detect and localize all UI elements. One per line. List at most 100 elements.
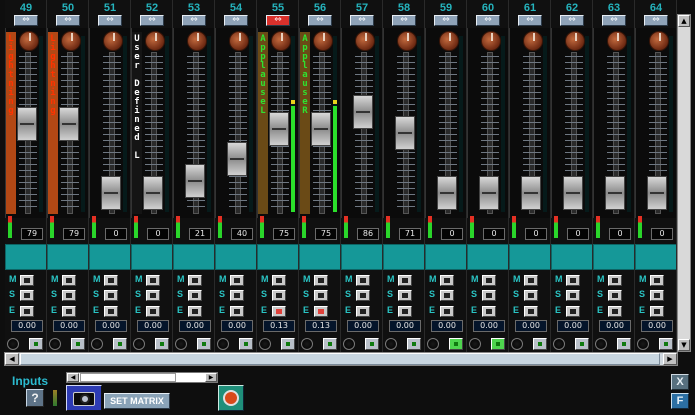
link-button[interactable]: ⇔ — [224, 15, 248, 26]
gain-knob[interactable] — [103, 31, 123, 51]
volume-fader[interactable] — [17, 107, 37, 141]
vertical-scrollbar[interactable]: ▲ ▼ — [677, 14, 691, 352]
pan-dial[interactable] — [301, 338, 313, 350]
pan-value[interactable]: 0.00 — [137, 320, 169, 332]
mute-button[interactable] — [650, 275, 664, 286]
mute-button[interactable] — [146, 275, 160, 286]
routing-panel[interactable] — [89, 244, 131, 270]
pan-value[interactable]: 0.00 — [95, 320, 127, 332]
pan-dial[interactable] — [595, 338, 607, 350]
mute-button[interactable] — [608, 275, 622, 286]
input-select-button[interactable] — [407, 338, 421, 350]
solo-button[interactable] — [398, 290, 412, 301]
effect-button[interactable] — [356, 306, 370, 317]
pan-value[interactable]: 0.00 — [473, 320, 505, 332]
effect-button[interactable] — [104, 306, 118, 317]
pan-dial[interactable] — [469, 338, 481, 350]
pan-dial[interactable] — [133, 338, 145, 350]
effect-button[interactable] — [62, 306, 76, 317]
solo-button[interactable] — [482, 290, 496, 301]
gain-knob[interactable] — [313, 31, 333, 51]
link-button[interactable]: ⇔ — [644, 15, 668, 26]
effect-button[interactable] — [188, 306, 202, 317]
input-select-button[interactable] — [365, 338, 379, 350]
input-select-button[interactable] — [29, 338, 43, 350]
volume-fader[interactable] — [437, 176, 457, 210]
input-select-button[interactable] — [449, 338, 463, 350]
mute-button[interactable] — [524, 275, 538, 286]
mute-button[interactable] — [314, 275, 328, 286]
solo-button[interactable] — [104, 290, 118, 301]
mute-button[interactable] — [20, 275, 34, 286]
input-select-button[interactable] — [491, 338, 505, 350]
inputs-scroll-right[interactable]: ▶ — [205, 373, 217, 382]
mute-button[interactable] — [188, 275, 202, 286]
link-button[interactable]: ⇔ — [350, 15, 374, 26]
pan-value[interactable]: 0.13 — [305, 320, 337, 332]
effect-button[interactable] — [230, 306, 244, 317]
solo-button[interactable] — [146, 290, 160, 301]
scroll-up-button[interactable]: ▲ — [678, 15, 690, 27]
solo-button[interactable] — [566, 290, 580, 301]
effect-button[interactable] — [398, 306, 412, 317]
input-select-button[interactable] — [239, 338, 253, 350]
close-button[interactable]: X — [671, 374, 689, 390]
scroll-thumb[interactable] — [20, 353, 660, 365]
gain-knob[interactable] — [523, 31, 543, 51]
gain-knob[interactable] — [355, 31, 375, 51]
routing-panel[interactable] — [425, 244, 467, 270]
mute-button[interactable] — [482, 275, 496, 286]
pan-value[interactable]: 0.00 — [347, 320, 379, 332]
gain-knob[interactable] — [229, 31, 249, 51]
gain-knob[interactable] — [61, 31, 81, 51]
pan-value[interactable]: 0.00 — [221, 320, 253, 332]
help-button[interactable]: ? — [26, 389, 44, 407]
volume-fader[interactable] — [269, 111, 289, 146]
set-matrix-button[interactable]: SET MATRIX — [104, 393, 170, 409]
link-button[interactable]: ⇔ — [560, 15, 584, 26]
volume-fader[interactable] — [101, 176, 121, 210]
pan-value[interactable]: 0.00 — [515, 320, 547, 332]
effect-button[interactable] — [440, 306, 454, 317]
gain-knob[interactable] — [187, 31, 207, 51]
solo-button[interactable] — [650, 290, 664, 301]
f-button[interactable]: F — [671, 393, 689, 409]
inputs-scrollbar[interactable]: ◀ ▶ — [66, 372, 218, 383]
link-button[interactable]: ⇔ — [266, 15, 290, 26]
input-select-button[interactable] — [617, 338, 631, 350]
input-select-button[interactable] — [575, 338, 589, 350]
solo-button[interactable] — [272, 290, 286, 301]
smiley-face-button[interactable] — [218, 385, 244, 411]
routing-panel[interactable] — [47, 244, 89, 270]
routing-panel[interactable] — [509, 244, 551, 270]
inputs-scroll-left[interactable]: ◀ — [67, 373, 79, 382]
pan-value[interactable]: 0.13 — [263, 320, 295, 332]
routing-panel[interactable] — [341, 244, 383, 270]
link-button[interactable]: ⇔ — [476, 15, 500, 26]
link-button[interactable]: ⇔ — [518, 15, 542, 26]
volume-fader[interactable] — [395, 116, 415, 150]
gain-knob[interactable] — [271, 31, 291, 51]
link-button[interactable]: ⇔ — [434, 15, 458, 26]
gain-knob[interactable] — [481, 31, 501, 51]
effect-button[interactable] — [608, 306, 622, 317]
gain-knob[interactable] — [145, 31, 165, 51]
routing-panel[interactable] — [593, 244, 635, 270]
effect-button[interactable] — [524, 306, 538, 317]
pan-value[interactable]: 0.00 — [641, 320, 673, 332]
gain-knob[interactable] — [565, 31, 585, 51]
scroll-left-button[interactable]: ◀ — [5, 353, 19, 365]
link-button[interactable]: ⇔ — [14, 15, 38, 26]
solo-button[interactable] — [356, 290, 370, 301]
routing-panel[interactable] — [5, 244, 47, 270]
routing-panel[interactable] — [257, 244, 299, 270]
volume-fader[interactable] — [479, 176, 499, 210]
pan-dial[interactable] — [91, 338, 103, 350]
volume-fader[interactable] — [143, 176, 163, 210]
pan-value[interactable]: 0.00 — [11, 320, 43, 332]
input-select-button[interactable] — [113, 338, 127, 350]
solo-button[interactable] — [314, 290, 328, 301]
input-select-button[interactable] — [155, 338, 169, 350]
solo-button[interactable] — [440, 290, 454, 301]
solo-button[interactable] — [62, 290, 76, 301]
